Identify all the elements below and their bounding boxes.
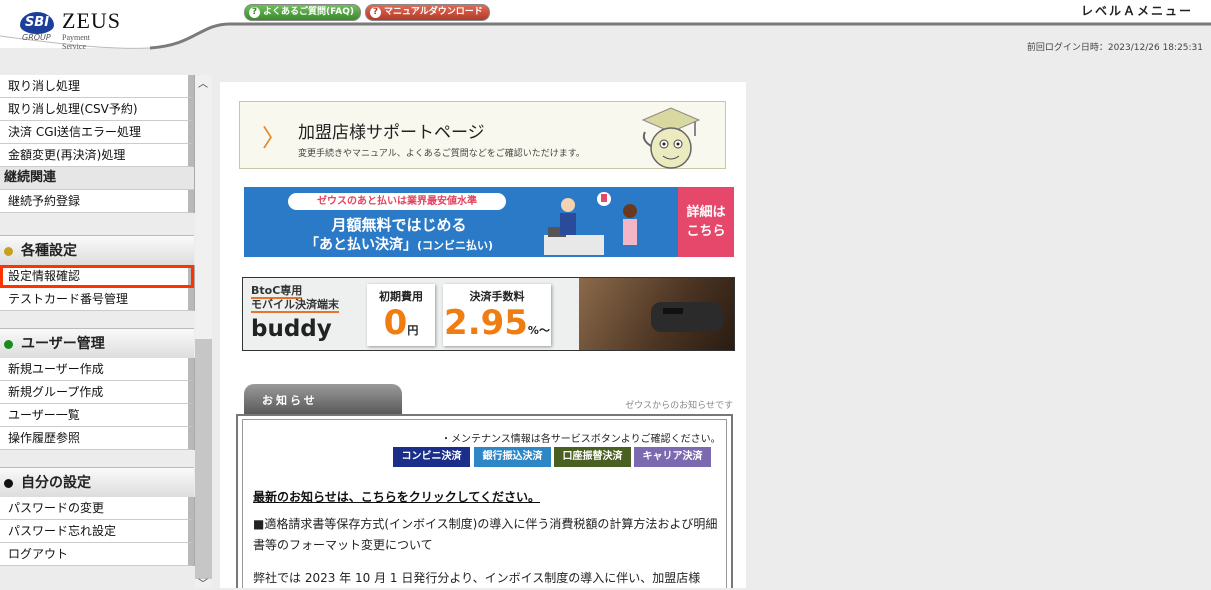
buddy-tag1: BtoC専用 [251,284,303,299]
tab-news[interactable]: お知らせ [244,384,402,414]
sidebar-item-keizoku-reserve[interactable]: 継続予約登録 [0,190,194,213]
section-users-header[interactable]: ユーザー管理 [0,328,194,360]
question-icon: ? [249,7,260,18]
atobarai-line2: 月額無料ではじめる [331,216,467,234]
section-settings-header[interactable]: 各種設定 [0,235,194,267]
sidebar: 取り消し処理 取り消し処理(CSV予約) 決済 CGI送信エラー処理 金額変更(… [0,75,212,590]
section-settings-title: 各種設定 [21,243,77,259]
initial-fee-box: 初期費用 0円 [367,284,435,346]
mascot-icon [641,107,701,169]
fee-rate-value-wrap: 2.95%～ [443,304,551,350]
support-subtitle: 変更手続きやマニュアル、よくあるご質問などをご確認いただけます。 [298,149,585,159]
sidebar-item-new-user[interactable]: 新規ユーザー作成 [0,358,194,381]
mine-dot-icon [4,478,13,488]
sidebar-item-password-forgot[interactable]: パスワード忘れ設定 [0,520,194,543]
sidebar-item-cancel-csv[interactable]: 取り消し処理(CSV予約) [0,98,194,121]
convenience-payment-button[interactable]: コンビニ決済 [393,447,470,467]
carrier-payment-button[interactable]: キャリア決済 [634,447,711,467]
section-users-title: ユーザー管理 [21,336,105,352]
settings-dot-icon [4,246,13,256]
account-transfer-button[interactable]: 口座振替決済 [554,447,631,467]
sidebar-item-password-change[interactable]: パスワードの変更 [0,497,194,520]
level-menu-title: レベルＡメニュー [1080,4,1193,18]
maintenance-note: ・メンテナンス情報は各サービスボタンよりご確認ください。 [441,434,721,445]
buddy-banner[interactable]: BtoC専用 モバイル決済端末 buddy 初期費用 0円 決済手数料 2.95%… [242,277,735,351]
detail-button[interactable]: 詳細は こちら [678,187,734,257]
news-inner: ・メンテナンス情報は各サービスボタンよりご確認ください。 コンビニ決済 銀行振込… [242,419,727,588]
initial-fee-value-wrap: 0円 [367,304,435,350]
faq-button[interactable]: ? よくあるご質問(FAQ) [244,4,361,21]
logo-group-text: GROUP [22,33,51,42]
sidebar-category-keizoku: 継続関連 [0,167,194,190]
detail-line1: 詳細は [686,205,726,220]
header: SBI ZEUS GROUP Payment Service ? よくあるご質問(… [0,0,1211,53]
latest-news-link[interactable]: 最新のお知らせは、こちらをクリックしてください。 [253,488,540,505]
terminal-photo [579,278,734,350]
news-panel: ・メンテナンス情報は各サービスボタンよりご確認ください。 コンビニ決済 銀行振込… [236,414,733,588]
buddy-tag2: モバイル決済端末 [251,298,339,313]
sidebar-panel-users: 新規ユーザー作成 新規グループ作成 ユーザー一覧 操作履歴参照 [0,358,195,450]
news-from: ゼウスからのお知らせです [625,401,733,411]
sidebar-panel-settings: 設定情報確認 テストカード番号管理 [0,265,195,311]
users-dot-icon [4,339,13,349]
store-scene-illustration [544,192,637,255]
logo-payment-service: Payment Service [62,33,90,51]
sidebar-item-cgi-error[interactable]: 決済 CGI送信エラー処理 [0,121,194,144]
sidebar-scroll-thumb[interactable] [195,339,212,579]
buddy-tag: BtoC専用 モバイル決済端末 [251,284,339,313]
manual-label: マニュアルダウンロード [384,7,483,17]
sidebar-item-cancel[interactable]: 取り消し処理 [0,75,194,98]
sidebar-item-user-list[interactable]: ユーザー一覧 [0,404,194,427]
question-icon: ? [370,7,381,18]
sidebar-panel-mine: パスワードの変更 パスワード忘れ設定 ログアウト [0,497,195,566]
initial-fee-label: 初期費用 [379,290,423,303]
sidebar-item-test-card[interactable]: テストカード番号管理 [0,288,194,311]
atobarai-line3: 「あと払い決済」(コンビニ払い) [244,234,554,254]
chevron-right-icon: 〉 [262,124,286,152]
zeus-wordmark: ZEUS [62,8,121,33]
detail-line2: こちら [686,224,726,239]
initial-fee-unit: 円 [407,324,419,337]
terminal-device-icon [651,302,723,332]
sidebar-item-amount-change[interactable]: 金額変更(再決済)処理 [0,144,194,167]
fee-rate-unit: %～ [527,324,550,337]
fee-rate-box: 決済手数料 2.95%～ [443,284,551,346]
buddy-name: buddy [251,316,332,342]
sidebar-panel-transactions: 取り消し処理 取り消し処理(CSV予約) 決済 CGI送信エラー処理 金額変更(… [0,75,195,213]
news-paragraph-1: ■適格請求書等保存方式(インボイス制度)の導入に伴う消費税額の計算方法および明細… [253,517,718,552]
bank-transfer-button[interactable]: 銀行振込決済 [474,447,551,467]
section-mine-title: 自分の設定 [21,475,91,491]
manual-download-button[interactable]: ? マニュアルダウンロード [365,4,490,21]
main-content: 〉 加盟店様サポートページ 変更手続きやマニュアル、よくあるご質問などをご確認い… [220,82,746,588]
sidebar-item-logout[interactable]: ログアウト [0,543,194,566]
atobarai-banner[interactable]: ゼウスのあと払いは業界最安値水準 月額無料ではじめる 「あと払い決済」(コンビニ… [244,187,734,257]
last-login: 前回ログイン日時：2023/12/26 18:25:31 [1026,43,1203,53]
sidebar-scrollbar[interactable]: ︿ ﹀ [195,75,212,590]
news-paragraph-2: 弊社では 2023 年 10 月 1 日発行分より、インボイス制度の導入に伴い、… [253,571,701,585]
sidebar-item-settings-confirm[interactable]: 設定情報確認 [0,265,194,288]
atobarai-pill: ゼウスのあと払いは業界最安値水準 [288,193,506,210]
sidebar-item-new-group[interactable]: 新規グループ作成 [0,381,194,404]
fee-rate-value: 2.95 [444,303,528,343]
sidebar-item-history[interactable]: 操作履歴参照 [0,427,194,450]
atobarai-line3-main: 「あと払い決済」 [304,237,417,253]
fee-rate-label: 決済手数料 [469,290,525,303]
news-tabbar: お知らせ ゼウスからのお知らせです [236,382,733,414]
support-page-banner[interactable]: 〉 加盟店様サポートページ 変更手続きやマニュアル、よくあるご質問などをご確認い… [239,101,726,169]
scroll-up-icon[interactable]: ︿ [198,75,208,90]
atobarai-line3-small: (コンビニ払い) [416,239,494,252]
faq-label: よくあるご質問(FAQ) [263,7,354,17]
sbi-logo: SBI [20,12,54,34]
section-mine-header[interactable]: 自分の設定 [0,467,194,499]
initial-fee-value: 0 [383,303,408,343]
support-title: 加盟店様サポートページ [298,123,485,143]
